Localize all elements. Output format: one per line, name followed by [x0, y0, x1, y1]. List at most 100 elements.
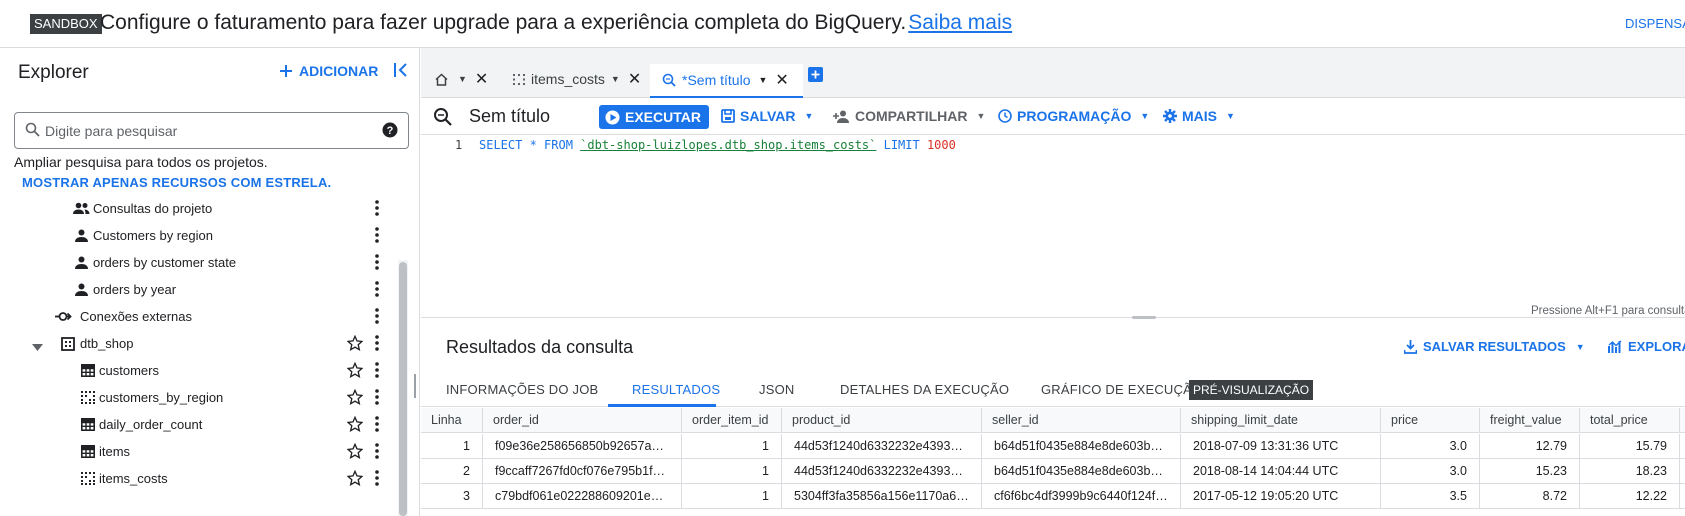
close-icon[interactable]: ✕: [628, 69, 641, 89]
more-vert-icon[interactable]: [375, 281, 379, 300]
tree-item-external-connections[interactable]: Conexões externas: [0, 302, 400, 331]
more-vert-icon[interactable]: [375, 308, 379, 327]
collapse-panel-icon[interactable]: [394, 62, 408, 83]
new-tab-button[interactable]: [808, 67, 823, 82]
table-cell[interactable]: 15.79: [1580, 434, 1680, 459]
sql-code[interactable]: SELECT * FROM `dbt-shop-luizlopes.dtb_sh…: [479, 138, 956, 152]
star-icon[interactable]: [346, 442, 364, 462]
close-icon[interactable]: ✕: [775, 70, 788, 90]
tree-item-items-costs[interactable]: items_costs: [0, 464, 400, 493]
save-button[interactable]: SALVAR ▼: [721, 108, 813, 124]
table-cell[interactable]: 3.5: [1381, 484, 1480, 509]
more-vert-icon[interactable]: [375, 227, 379, 246]
chevron-down-icon[interactable]: ▼: [758, 75, 767, 85]
table-cell[interactable]: 1: [682, 434, 782, 459]
table-cell[interactable]: 18.23: [1580, 459, 1680, 484]
sql-table-reference[interactable]: `dbt-shop-luizlopes.dtb_shop.items_costs…: [580, 138, 876, 152]
tab-json[interactable]: JSON: [759, 382, 794, 397]
column-header[interactable]: product_id: [782, 408, 982, 433]
star-icon[interactable]: [346, 469, 364, 489]
table-cell[interactable]: 2018-07-09 13:31:36 UTC: [1181, 434, 1381, 459]
tree-item-orders-by-year-query[interactable]: orders by year: [0, 275, 400, 304]
tree-item-dtb-shop[interactable]: dtb_shop: [0, 329, 400, 358]
column-header[interactable]: order_item_id: [682, 408, 782, 433]
table-cell[interactable]: 15.23: [1480, 459, 1580, 484]
column-header[interactable]: price: [1381, 408, 1480, 433]
table-cell[interactable]: cf6f6bc4df3999b9c6440f124f…: [982, 484, 1181, 509]
scrollbar-thumb[interactable]: [399, 262, 407, 516]
table-cell[interactable]: 1: [682, 459, 782, 484]
table-cell[interactable]: b64d51f0435e884e8de603b16…: [982, 459, 1181, 484]
tab-home[interactable]: ▼ ✕: [435, 60, 488, 98]
tab-job-info[interactable]: INFORMAÇÕES DO JOB: [446, 382, 598, 397]
table-cell[interactable]: 3.0: [1381, 434, 1480, 459]
add-button[interactable]: ADICIONAR: [279, 63, 378, 79]
tree-item-project-queries[interactable]: Consultas do projeto: [0, 194, 400, 223]
chevron-down-icon[interactable]: ▼: [458, 74, 467, 84]
more-vert-icon[interactable]: [375, 335, 379, 354]
table-cell[interactable]: 8.72: [1480, 484, 1580, 509]
tree-item-items[interactable]: items: [0, 437, 400, 466]
more-button[interactable]: MAIS ▼: [1163, 108, 1235, 124]
table-cell[interactable]: 5304ff3fa35856a156e1170a60…: [782, 484, 982, 509]
column-header[interactable]: seller_id: [982, 408, 1181, 433]
more-vert-icon[interactable]: [375, 389, 379, 408]
chevron-down-icon[interactable]: ▼: [611, 74, 620, 84]
panel-resize-handle[interactable]: [414, 374, 416, 398]
results-tabs: INFORMAÇÕES DO JOB RESULTADOS JSON DETAL…: [421, 373, 1685, 407]
explore-button[interactable]: EXPLORAR: [1608, 339, 1685, 354]
tree-item-customers-by-region-query[interactable]: Customers by region: [0, 221, 400, 250]
column-header[interactable]: freight_value: [1480, 408, 1580, 433]
search-input[interactable]: Digite para pesquisar ?: [14, 112, 409, 149]
save-results-button[interactable]: SALVAR RESULTADOS ▼: [1404, 339, 1585, 354]
star-icon[interactable]: [346, 334, 364, 354]
tab-results[interactable]: RESULTADOS: [632, 382, 720, 397]
learn-more-link[interactable]: Saiba mais: [908, 11, 1012, 34]
view-icon: [513, 73, 525, 85]
tab-execution-details[interactable]: DETALHES DA EXECUÇÃO: [840, 382, 1009, 397]
tree-item-customers-by-region-view[interactable]: customers_by_region: [0, 383, 400, 412]
tab-execution-graph[interactable]: GRÁFICO DE EXECUÇÃO: [1041, 382, 1202, 397]
table-cell[interactable]: b64d51f0435e884e8de603b16…: [982, 434, 1181, 459]
table-cell[interactable]: 3.0: [1381, 459, 1480, 484]
more-vert-icon[interactable]: [375, 443, 379, 462]
results-header: Resultados da consulta SALVAR RESULTADOS…: [421, 319, 1685, 373]
close-icon[interactable]: ✕: [475, 69, 488, 89]
tab-items-costs[interactable]: items_costs ▼ ✕: [513, 60, 641, 98]
tree-item-customers-table[interactable]: customers: [0, 356, 400, 385]
star-icon[interactable]: [346, 361, 364, 381]
more-vert-icon[interactable]: [375, 254, 379, 273]
more-vert-icon[interactable]: [375, 470, 379, 489]
column-header[interactable]: order_id: [483, 408, 682, 433]
schedule-button[interactable]: PROGRAMAÇÃO ▼: [998, 108, 1149, 124]
table-cell[interactable]: f09e36e258656850b92657ac5…: [483, 434, 682, 459]
table-cell[interactable]: c79bdf061e02228860920​1ec60…: [483, 484, 682, 509]
tree-item-daily-order-count[interactable]: daily_order_count: [0, 410, 400, 439]
more-vert-icon[interactable]: [375, 416, 379, 435]
more-vert-icon[interactable]: [375, 362, 379, 381]
table-cell[interactable]: 1: [682, 484, 782, 509]
table-cell[interactable]: 12.22: [1580, 484, 1680, 509]
table-cell[interactable]: f9ccaff7267fd0cf076e795b1fa…: [483, 459, 682, 484]
table-cell[interactable]: 2017-05-12 19:05:20 UTC: [1181, 484, 1381, 509]
table-cell[interactable]: 44d53f1240d6332232e4393c0…: [782, 459, 982, 484]
tree-item-orders-by-state-query[interactable]: orders by customer state: [0, 248, 400, 277]
table-cell[interactable]: 2018-08-14 14:04:44 UTC: [1181, 459, 1381, 484]
plus-icon: [280, 65, 292, 77]
column-header[interactable]: shipping_limit_date: [1181, 408, 1381, 433]
share-button[interactable]: COMPARTILHAR ▼: [833, 108, 985, 124]
table-cell[interactable]: 44d53f1240d6332232e4393c0…: [782, 434, 982, 459]
table-cell[interactable]: 12.79: [1480, 434, 1580, 459]
show-starred-link[interactable]: MOSTRAR APENAS RECURSOS COM ESTRELA.: [22, 175, 331, 190]
tab-untitled-query[interactable]: *Sem título ▼ ✕: [650, 64, 803, 98]
dismiss-button[interactable]: DISPENSAR: [1625, 16, 1685, 31]
run-button[interactable]: EXECUTAR: [599, 105, 709, 129]
sql-editor[interactable]: 1 SELECT * FROM `dbt-shop-luizlopes.dtb_…: [421, 135, 1685, 319]
help-icon[interactable]: ?: [382, 122, 398, 138]
star-icon[interactable]: [346, 388, 364, 408]
expand-arrow-icon[interactable]: [32, 339, 43, 354]
star-icon[interactable]: [346, 415, 364, 435]
column-header[interactable]: Linha: [421, 408, 483, 433]
more-vert-icon[interactable]: [375, 200, 379, 219]
column-header[interactable]: total_price: [1580, 408, 1680, 433]
